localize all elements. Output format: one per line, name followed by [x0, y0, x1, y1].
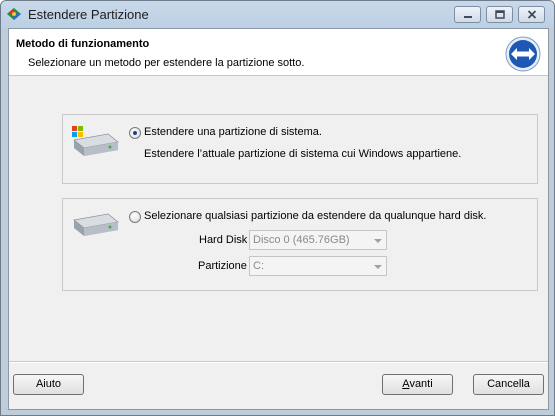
next-button[interactable]: Avanti: [382, 374, 453, 395]
chevron-down-icon: [374, 239, 382, 243]
chevron-down-icon: [374, 265, 382, 269]
minimize-icon: [463, 15, 472, 18]
help-button[interactable]: Aiuto: [13, 374, 84, 395]
hard-drive-icon: [73, 213, 119, 236]
help-button-label: Aiuto: [35, 378, 62, 390]
any-partition-option: Selezionare qualsiasi partizione da este…: [62, 198, 538, 291]
hard-disk-select[interactable]: Disco 0 (465.76GB): [249, 230, 387, 250]
close-button[interactable]: [518, 6, 545, 23]
extend-partition-dialog: Estendere Partizione Metodo di funzionam…: [0, 0, 555, 416]
header-subtitle: Selezionare un metodo per estendere la p…: [28, 57, 305, 69]
partition-label: Partizione: [198, 260, 247, 272]
system-partition-description: Estendere l’attuale partizione di sistem…: [144, 148, 462, 160]
wizard-header: Metodo di funzionamento Selezionare un m…: [9, 29, 548, 76]
close-icon: [527, 10, 536, 19]
maximize-button[interactable]: [486, 6, 513, 23]
system-partition-label[interactable]: Estendere una partizione di sistema.: [144, 126, 322, 138]
app-icon: [7, 8, 21, 20]
partition-value: C:: [253, 260, 264, 272]
minimize-button[interactable]: [454, 6, 481, 23]
title-bar: Estendere Partizione: [1, 1, 554, 28]
system-partition-radio[interactable]: [129, 127, 141, 139]
window-title: Estendere Partizione: [28, 7, 149, 22]
cancel-button[interactable]: Cancella: [473, 374, 544, 395]
footer-divider: [9, 361, 548, 363]
extend-arrows-icon: [505, 36, 541, 72]
header-title: Metodo di funzionamento: [16, 38, 150, 50]
system-partition-option: Estendere una partizione di sistema. Est…: [62, 114, 538, 184]
dialog-body: Metodo di funzionamento Selezionare un m…: [8, 28, 549, 410]
maximize-icon: [494, 10, 505, 19]
hard-disk-value: Disco 0 (465.76GB): [253, 234, 350, 246]
hard-disk-label: Hard Disk: [199, 234, 248, 246]
system-drive-icon: [72, 126, 119, 156]
cancel-button-label: Cancella: [487, 378, 530, 390]
partition-select[interactable]: C:: [249, 256, 387, 276]
next-button-label: vanti: [409, 378, 433, 390]
any-partition-radio[interactable]: [129, 211, 141, 223]
any-partition-label[interactable]: Selezionare qualsiasi partizione da este…: [144, 210, 486, 222]
